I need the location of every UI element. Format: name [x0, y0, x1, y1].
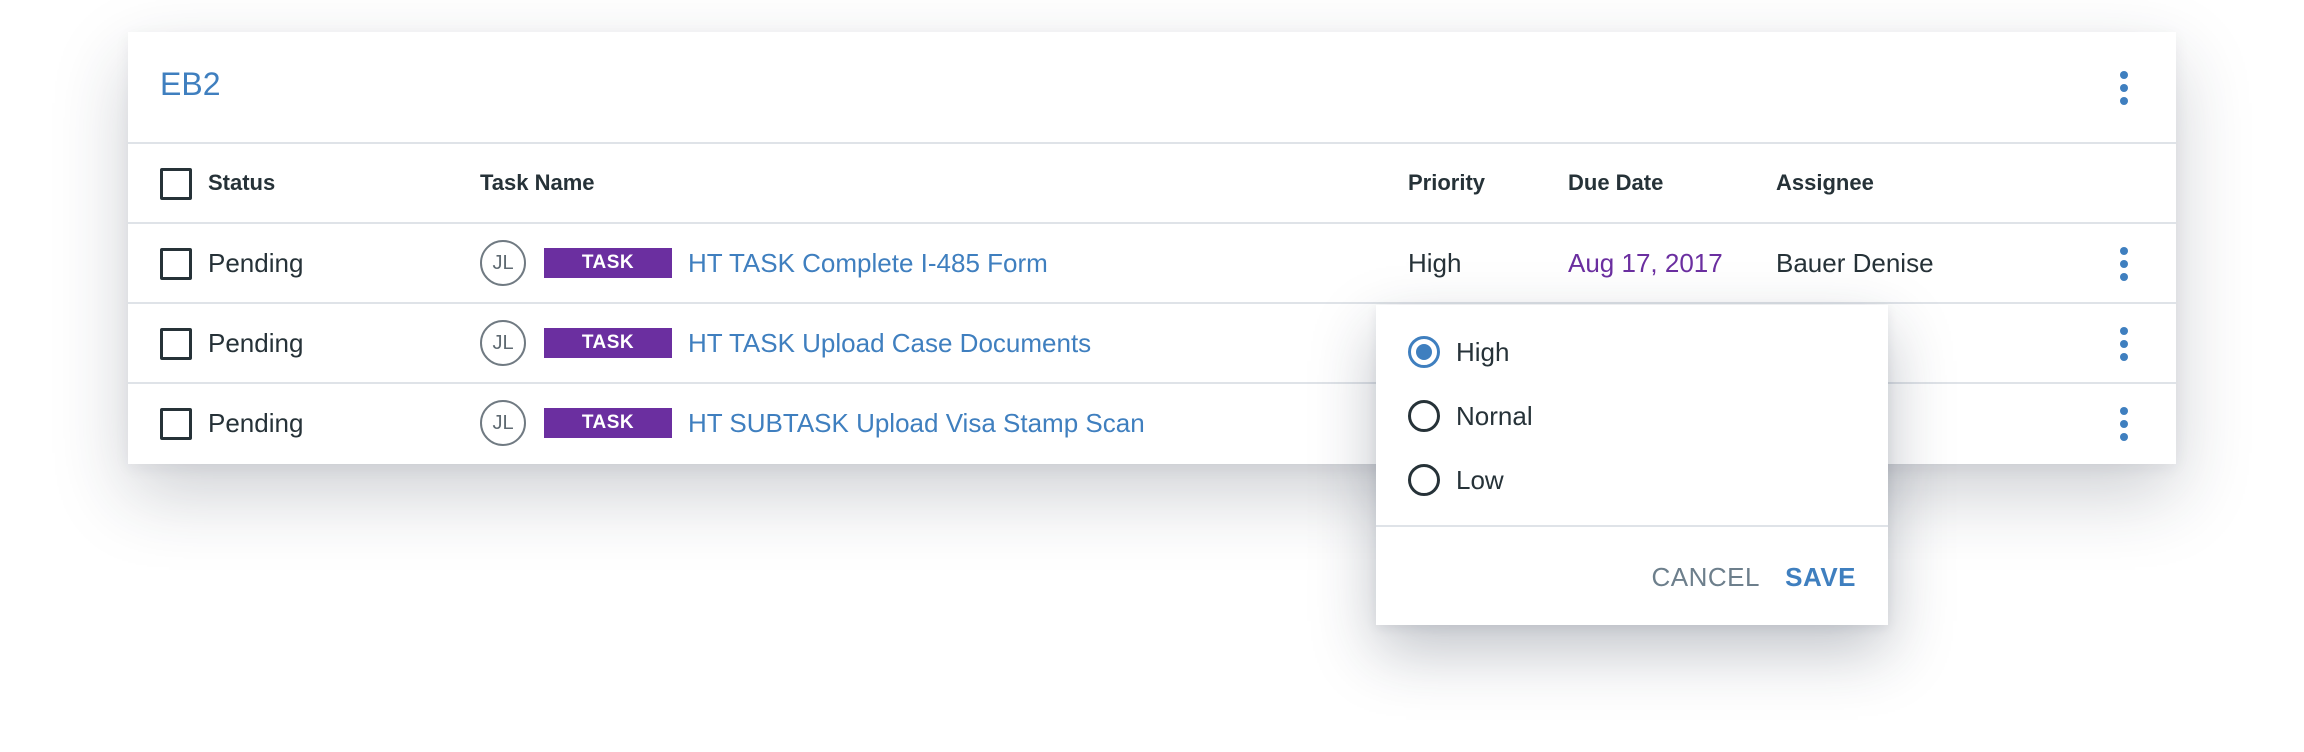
- assignee-cell: Bauer Denise: [1776, 247, 1934, 278]
- card-title: EB2: [160, 66, 221, 102]
- column-header-status[interactable]: Status: [208, 144, 275, 222]
- column-header-task-name[interactable]: Task Name: [480, 144, 595, 222]
- status-cell: Pending: [208, 327, 304, 358]
- card-header: EB2: [128, 32, 2176, 144]
- column-header-due-date[interactable]: Due Date: [1568, 144, 1663, 222]
- priority-option-low[interactable]: Low: [1408, 456, 1504, 504]
- row-checkbox[interactable]: [160, 328, 192, 360]
- task-type-badge: TASK: [544, 408, 672, 438]
- avatar: JL: [480, 400, 526, 446]
- due-date-cell: Aug 17, 2017: [1568, 224, 1723, 302]
- task-name-link[interactable]: HT TASK Upload Case Documents: [688, 328, 1091, 359]
- task-cell: JL TASK HT TASK Complete I-485 Form: [480, 224, 1048, 302]
- status-cell: Pending: [208, 247, 304, 278]
- avatar: JL: [480, 320, 526, 366]
- row-checkbox[interactable]: [160, 248, 192, 280]
- more-vertical-icon[interactable]: [2120, 247, 2128, 281]
- column-header-priority[interactable]: Priority: [1408, 144, 1485, 222]
- task-type-badge: TASK: [544, 248, 672, 278]
- task-type-badge: TASK: [544, 328, 672, 358]
- task-cell: JL TASK HT SUBTASK Upload Visa Stamp Sca…: [480, 384, 1145, 462]
- task-name-link[interactable]: HT TASK Complete I-485 Form: [688, 248, 1048, 279]
- avatar: JL: [480, 240, 526, 286]
- priority-popover: High Nornal Low CANCEL SAVE: [1376, 305, 1888, 625]
- more-vertical-icon[interactable]: [2120, 327, 2128, 361]
- task-cell: JL TASK HT TASK Upload Case Documents: [480, 304, 1091, 382]
- select-all-checkbox[interactable]: [160, 168, 192, 200]
- radio-unchecked-icon[interactable]: [1408, 464, 1440, 496]
- more-vertical-icon[interactable]: [2120, 71, 2128, 105]
- table-row: Pending JL TASK HT TASK Complete I-485 F…: [128, 224, 2176, 304]
- priority-cell[interactable]: High: [1408, 224, 1461, 302]
- column-header-assignee[interactable]: Assignee: [1776, 144, 1874, 222]
- option-label: Low: [1456, 464, 1504, 495]
- option-label: Nornal: [1456, 400, 1533, 431]
- popover-actions: CANCEL SAVE: [1376, 529, 1888, 625]
- save-button[interactable]: SAVE: [1785, 529, 1856, 625]
- radio-checked-icon[interactable]: [1408, 336, 1440, 368]
- priority-options: High Nornal Low: [1376, 305, 1888, 527]
- cancel-button[interactable]: CANCEL: [1652, 529, 1760, 625]
- priority-option-high[interactable]: High: [1408, 328, 1509, 376]
- task-name-link[interactable]: HT SUBTASK Upload Visa Stamp Scan: [688, 408, 1145, 439]
- status-cell: Pending: [208, 407, 304, 438]
- due-date-text: Aug 17, 2017: [1568, 247, 1723, 278]
- radio-unchecked-icon[interactable]: [1408, 400, 1440, 432]
- more-vertical-icon[interactable]: [2120, 407, 2128, 441]
- priority-option-normal[interactable]: Nornal: [1408, 392, 1533, 440]
- table-header-row: Status Task Name Priority Due Date Assig…: [128, 144, 2176, 224]
- row-checkbox[interactable]: [160, 408, 192, 440]
- option-label: High: [1456, 336, 1510, 367]
